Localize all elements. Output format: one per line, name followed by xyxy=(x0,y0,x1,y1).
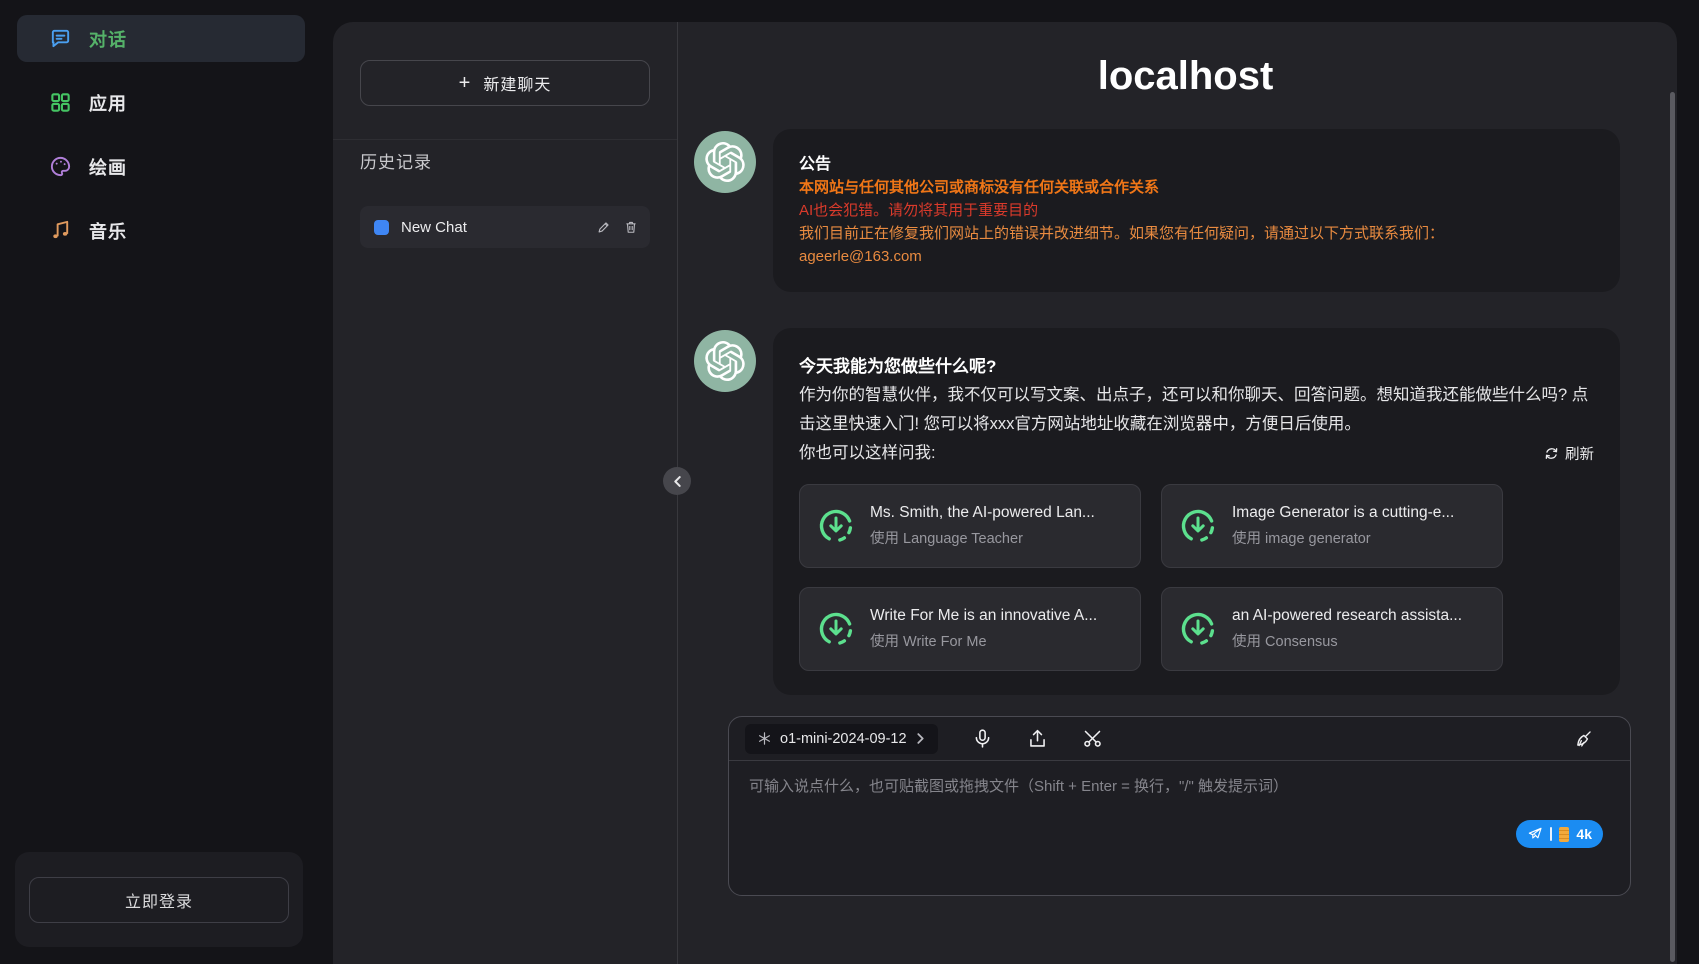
page-title: localhost xyxy=(694,54,1677,99)
sidebar-item-apps[interactable]: 应用 xyxy=(17,79,305,126)
plus-icon: + xyxy=(459,73,472,93)
login-button[interactable]: 立即登录 xyxy=(29,877,289,923)
history-heading: 历史记录 xyxy=(360,148,650,173)
suggestion-title: Image Generator is a cutting-e... xyxy=(1232,501,1454,525)
refresh-icon xyxy=(1544,446,1559,461)
edit-icon[interactable] xyxy=(597,220,611,234)
token-battery-icon xyxy=(1559,827,1569,842)
chat-area: localhost 公告 本网站与任何其他公司或商标没有任何关联或合作关系 AI… xyxy=(678,22,1677,964)
chat-bubble-icon xyxy=(49,27,72,50)
sparkle-icon xyxy=(757,731,772,746)
message-input[interactable] xyxy=(729,761,1630,895)
assistant-message-welcome: 今天我能为您做些什么呢? 作为你的智慧伙伴，我不仅可以写文案、出点子，还可以和你… xyxy=(694,328,1677,695)
openai-logo-icon xyxy=(705,341,745,381)
badge-divider xyxy=(1550,827,1552,841)
sidebar-item-chat[interactable]: 对话 xyxy=(17,15,305,62)
contact-email-link[interactable]: ageerle@163.com xyxy=(799,245,922,268)
plugin-download-icon xyxy=(816,506,856,546)
sidebar-item-music[interactable]: 音乐 xyxy=(17,207,305,254)
suggestion-subtitle: 使用 Language Teacher xyxy=(870,527,1095,551)
welcome-bubble: 今天我能为您做些什么呢? 作为你的智慧伙伴，我不仅可以写文案、出点子，还可以和你… xyxy=(773,328,1620,695)
plugin-download-icon xyxy=(1178,609,1218,649)
sidebar-item-draw[interactable]: 绘画 xyxy=(17,143,305,190)
welcome-heading: 今天我能为您做些什么呢? xyxy=(799,352,1594,381)
suggestion-grid: Ms. Smith, the AI-powered Lan... 使用 Lang… xyxy=(799,484,1594,671)
suggestion-title: an AI-powered research assista... xyxy=(1232,604,1462,628)
model-name: o1-mini-2024-09-12 xyxy=(780,731,907,747)
suggestion-subtitle: 使用 Write For Me xyxy=(870,630,1097,654)
history-chat-item[interactable]: New Chat xyxy=(360,206,650,248)
model-selector[interactable]: o1-mini-2024-09-12 xyxy=(745,724,938,754)
chat-item-title: New Chat xyxy=(401,219,585,236)
history-panel: + 新建聊天 历史记录 New Chat xyxy=(333,22,677,964)
composer: o1-mini-2024-09-12 xyxy=(728,716,1631,896)
divider xyxy=(333,139,677,140)
assistant-avatar xyxy=(694,131,756,193)
sidebar-item-label: 绘画 xyxy=(89,154,127,180)
music-note-icon xyxy=(49,219,72,242)
sidebar-item-label: 应用 xyxy=(89,90,127,116)
announcement-bubble: 公告 本网站与任何其他公司或商标没有任何关联或合作关系 AI也会犯错。请勿将其用… xyxy=(773,129,1620,292)
sidebar-item-label: 音乐 xyxy=(89,218,127,244)
assistant-avatar xyxy=(694,330,756,392)
ask-hint: 你也可以这样问我: xyxy=(799,439,936,468)
welcome-body: 作为你的智慧伙伴，我不仅可以写文案、出点子，还可以和你聊天、回答问题。想知道我还… xyxy=(799,381,1594,439)
suggestion-card[interactable]: Ms. Smith, the AI-powered Lan... 使用 Lang… xyxy=(799,484,1141,568)
send-plane-icon xyxy=(1527,826,1543,842)
token-count: 4k xyxy=(1576,826,1592,842)
login-card: 立即登录 xyxy=(15,852,303,947)
palette-icon xyxy=(49,155,72,178)
suggestion-subtitle: 使用 Consensus xyxy=(1232,630,1462,654)
chat-item-actions xyxy=(597,220,638,234)
plugin-download-icon xyxy=(1178,506,1218,546)
composer-toolbar: o1-mini-2024-09-12 xyxy=(729,717,1630,761)
apps-grid-icon xyxy=(49,91,72,114)
suggestion-title: Ms. Smith, the AI-powered Lan... xyxy=(870,501,1095,525)
voice-input-button[interactable] xyxy=(972,728,993,749)
delete-icon[interactable] xyxy=(624,220,638,234)
announcement-line: 本网站与任何其他公司或商标没有任何关联或合作关系 xyxy=(799,176,1594,199)
new-chat-button[interactable]: + 新建聊天 xyxy=(360,60,650,106)
history-list: New Chat xyxy=(360,206,650,248)
assistant-message-announcement: 公告 本网站与任何其他公司或商标没有任何关联或合作关系 AI也会犯错。请勿将其用… xyxy=(694,129,1677,292)
announcement-line: AI也会犯错。请勿将其用于重要目的 xyxy=(799,199,1594,222)
suggestion-card[interactable]: Write For Me is an innovative A... 使用 Wr… xyxy=(799,587,1141,671)
chevron-right-icon xyxy=(915,733,926,744)
sidebar: 对话 应用 绘画 xyxy=(0,0,322,964)
suggestion-card[interactable]: Image Generator is a cutting-e... 使用 ima… xyxy=(1161,484,1503,568)
upload-file-button[interactable] xyxy=(1027,728,1048,749)
suggestion-title: Write For Me is an innovative A... xyxy=(870,604,1097,628)
sidebar-item-label: 对话 xyxy=(89,26,127,52)
scrollbar[interactable] xyxy=(1670,92,1675,962)
announcement-line: 我们目前正在修复我们网站上的错误并改进细节。如果您有任何疑问，请通过以下方式联系… xyxy=(799,222,1594,245)
suggestion-card[interactable]: an AI-powered research assista... 使用 Con… xyxy=(1161,587,1503,671)
clear-context-button[interactable] xyxy=(1573,728,1594,749)
send-button[interactable]: 4k xyxy=(1516,820,1603,848)
scissors-icon xyxy=(1082,728,1103,749)
chat-color-swatch xyxy=(374,220,389,235)
microphone-icon xyxy=(972,728,993,749)
suggestion-subtitle: 使用 image generator xyxy=(1232,527,1454,551)
new-chat-label: 新建聊天 xyxy=(483,71,551,95)
sidebar-nav: 对话 应用 绘画 xyxy=(0,0,322,254)
announcement-heading: 公告 xyxy=(799,153,1594,176)
openai-logo-icon xyxy=(705,142,745,182)
workspace-panel: + 新建聊天 历史记录 New Chat xyxy=(333,22,1677,964)
upload-icon xyxy=(1027,728,1048,749)
clip-screenshot-button[interactable] xyxy=(1082,728,1103,749)
broom-icon xyxy=(1573,728,1594,749)
refresh-label: 刷新 xyxy=(1565,443,1594,464)
plugin-download-icon xyxy=(816,609,856,649)
refresh-suggestions-button[interactable]: 刷新 xyxy=(1544,443,1594,464)
